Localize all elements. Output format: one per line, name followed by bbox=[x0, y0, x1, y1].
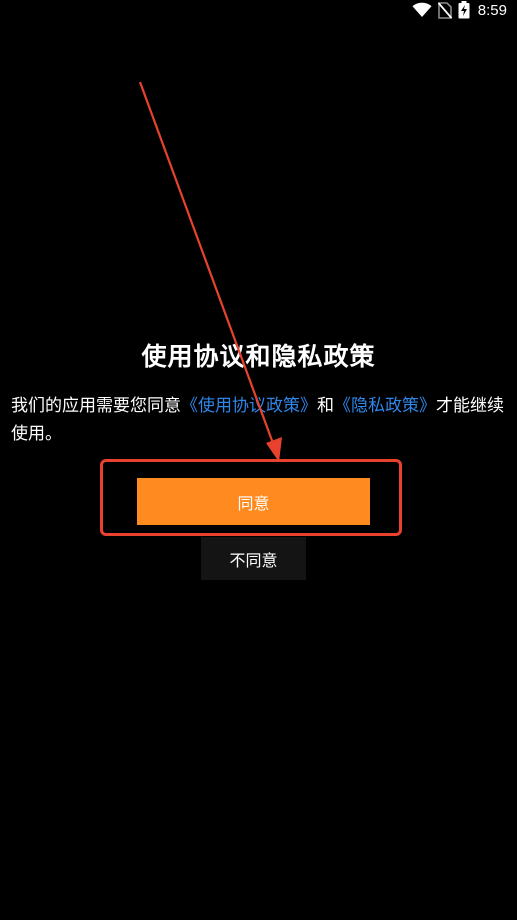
privacy-link[interactable]: 《隐私政策》 bbox=[334, 396, 436, 416]
no-sim-icon bbox=[437, 1, 452, 19]
battery-charging-icon bbox=[458, 1, 470, 19]
dialog-message: 我们的应用需要您同意《使用协议政策》和《隐私政策》才能继续使用。 bbox=[11, 392, 505, 448]
terms-link[interactable]: 《使用协议政策》 bbox=[181, 396, 317, 416]
policy-dialog: 使用协议和隐私政策 我们的应用需要您同意《使用协议政策》和《隐私政策》才能继续使… bbox=[0, 336, 517, 448]
status-time: 8:59 bbox=[477, 1, 507, 19]
screen: 8:59 使用协议和隐私政策 我们的应用需要您同意《使用协议政策》和《隐私政策》… bbox=[0, 0, 517, 920]
dialog-title: 使用协议和隐私政策 bbox=[141, 342, 376, 371]
wifi-icon bbox=[412, 2, 432, 18]
status-bar: 8:59 bbox=[412, 0, 517, 20]
disagree-button[interactable]: 不同意 bbox=[201, 537, 306, 580]
message-text-1: 我们的应用需要您同意 bbox=[11, 396, 181, 416]
message-text-2: 和 bbox=[317, 396, 334, 416]
agree-button[interactable]: 同意 bbox=[137, 478, 370, 525]
